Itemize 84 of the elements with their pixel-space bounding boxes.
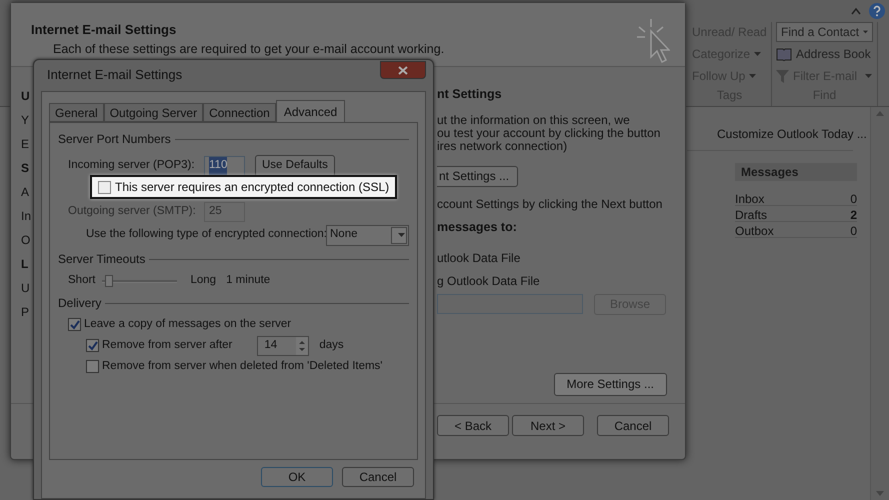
address-book-button[interactable]: Address Book bbox=[776, 44, 873, 64]
dialog-button[interactable]: OK bbox=[261, 467, 333, 487]
slider-max-label: Long bbox=[190, 273, 216, 288]
file-path-field[interactable] bbox=[437, 294, 583, 314]
label-fragment: E bbox=[21, 136, 30, 153]
folder-name[interactable]: Outbox bbox=[735, 222, 774, 237]
folder-name[interactable]: Drafts bbox=[735, 206, 768, 221]
scroll-up-icon[interactable] bbox=[876, 111, 884, 116]
dialog-title: Internet E-mail Settings bbox=[47, 66, 182, 84]
timeout-reading: 1 minute bbox=[226, 273, 270, 288]
tab[interactable]: Outgoing Server bbox=[104, 103, 204, 122]
checkbox-label[interactable]: Remove from server when deleted from 'Deleted Items' bbox=[102, 358, 383, 376]
label-fragment: In bbox=[21, 208, 32, 225]
port-value: 110 bbox=[209, 157, 228, 175]
customize-link[interactable]: Customize Outlook Today ... bbox=[717, 125, 870, 143]
field-label: Use the following type of encrypted connection: bbox=[86, 227, 326, 242]
wizard-footer-button[interactable]: Cancel bbox=[597, 415, 669, 436]
message-count: 2 bbox=[850, 207, 857, 221]
days-spinner[interactable]: 14 bbox=[257, 336, 310, 356]
funnel-icon bbox=[776, 70, 789, 82]
scroll-down-icon[interactable] bbox=[876, 491, 884, 496]
close-button[interactable] bbox=[380, 61, 426, 79]
deliver-heading: messages to: bbox=[437, 218, 518, 236]
label-fragment: A bbox=[21, 184, 30, 201]
slider-min-label: Short bbox=[68, 273, 96, 288]
use-defaults-button[interactable]: Use Defaults bbox=[255, 155, 335, 177]
days-unit: days bbox=[319, 338, 344, 353]
incoming-port-field[interactable]: 110 bbox=[204, 156, 245, 176]
find-contact-field[interactable]: Find a Contact bbox=[776, 22, 873, 42]
ssl-callout[interactable]: This server requires an encrypted connection (SSL) bbox=[90, 175, 398, 199]
label-fragment: U bbox=[21, 280, 30, 297]
checkbox[interactable] bbox=[86, 360, 99, 373]
timeout-slider[interactable] bbox=[102, 274, 176, 288]
caret-icon bbox=[754, 52, 762, 56]
group-title: Server Timeouts bbox=[58, 251, 146, 268]
message-count: 0 bbox=[850, 223, 857, 237]
close-icon bbox=[398, 66, 408, 74]
encryption-dropdown[interactable]: None bbox=[326, 224, 409, 246]
spinner-arrows-icon[interactable] bbox=[296, 336, 308, 354]
caret-icon bbox=[865, 74, 872, 78]
next-note: ccount Settings by clicking the Next button bbox=[437, 196, 664, 213]
option-label[interactable]: g Outlook Data File bbox=[437, 272, 667, 290]
checkbox[interactable] bbox=[68, 318, 81, 331]
more-settings-button[interactable]: More Settings ... bbox=[554, 372, 667, 396]
group-title: Server Port Numbers bbox=[58, 131, 171, 148]
label-fragment: L bbox=[21, 256, 28, 273]
field-text: Find a Contact bbox=[781, 24, 860, 41]
description-line: ou test your account by clicking the button bbox=[437, 126, 662, 140]
field-label: Outgoing server (SMTP): bbox=[68, 204, 197, 220]
label-fragment: P bbox=[21, 304, 30, 321]
messages-header: Messages bbox=[735, 163, 857, 181]
label-fragment: Y bbox=[21, 112, 30, 129]
message-count: 0 bbox=[850, 191, 857, 205]
tab[interactable]: Advanced bbox=[276, 100, 346, 122]
description-line: ires network connection) bbox=[437, 140, 568, 153]
dialog-button[interactable]: Cancel bbox=[342, 467, 414, 487]
section-heading: nt Settings bbox=[437, 86, 503, 103]
field-label: Incoming server (POP3): bbox=[68, 158, 196, 174]
wizard-title: Internet E-mail Settings bbox=[31, 21, 178, 39]
caret-icon bbox=[749, 74, 756, 78]
checkbox-label[interactable]: Leave a copy of messages on the server bbox=[84, 316, 292, 334]
ssl-label: This server requires an encrypted connection (SSL) bbox=[115, 179, 390, 196]
checkbox[interactable] bbox=[98, 180, 111, 194]
checkbox-label[interactable]: Remove from server after bbox=[102, 336, 232, 354]
wizard-footer-button[interactable]: < Back bbox=[437, 415, 509, 436]
tab[interactable]: General bbox=[49, 103, 104, 122]
tab[interactable]: Connection bbox=[203, 103, 276, 122]
label-fragment: U bbox=[21, 88, 30, 105]
folder-name[interactable]: Inbox bbox=[735, 190, 764, 205]
book-icon bbox=[776, 48, 792, 60]
description-line: ut the information on this screen, we bbox=[437, 114, 631, 127]
test-settings-button[interactable]: nt Settings ... bbox=[437, 166, 518, 187]
checkbox[interactable] bbox=[86, 339, 99, 352]
wizard-subtitle: Each of these settings are required to get your e-mail account working. bbox=[53, 40, 446, 58]
label-fragment: S bbox=[21, 160, 30, 177]
collapse-ribbon-icon[interactable] bbox=[851, 7, 861, 15]
slider-thumb[interactable] bbox=[104, 274, 113, 286]
help-icon[interactable] bbox=[869, 3, 885, 19]
label-fragment: O bbox=[21, 232, 30, 249]
caret-icon bbox=[863, 30, 868, 34]
dropdown-arrow-icon bbox=[398, 233, 404, 237]
option-label[interactable]: utlook Data File bbox=[437, 248, 667, 266]
group-title: Delivery bbox=[58, 295, 102, 312]
wizard-footer-button[interactable]: Next > bbox=[512, 415, 584, 436]
